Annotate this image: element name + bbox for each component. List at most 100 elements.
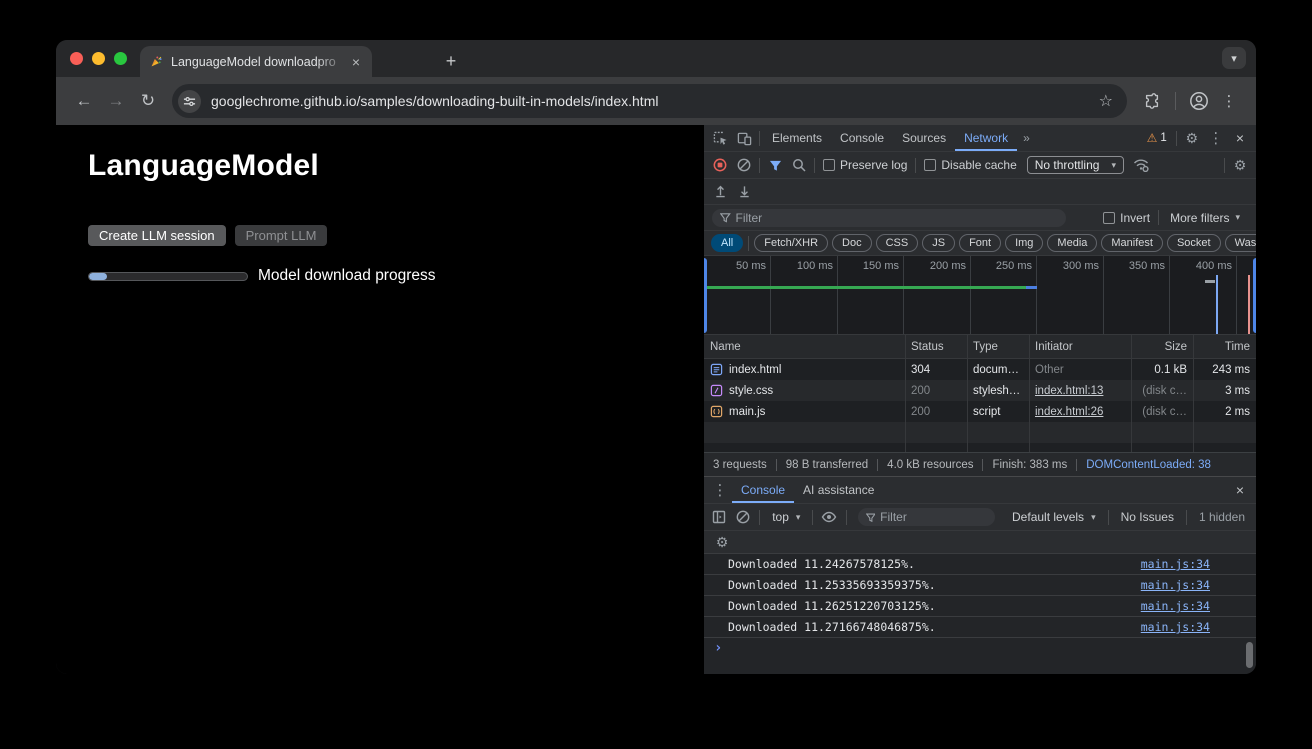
record-network-log-icon[interactable] — [708, 154, 732, 176]
chip-js[interactable]: JS — [922, 234, 955, 252]
chip-img[interactable]: Img — [1005, 234, 1043, 252]
back-button[interactable]: ← — [68, 85, 100, 117]
issues-status[interactable]: No Issues — [1114, 510, 1181, 524]
clear-network-log-icon[interactable] — [732, 154, 756, 176]
column-divider[interactable] — [967, 335, 968, 452]
preserve-log-checkbox[interactable]: Preserve log — [818, 158, 912, 172]
console-settings-gear-icon[interactable]: ⚙ — [710, 531, 734, 553]
request-size: (disk c… — [1131, 406, 1193, 418]
message-source-link[interactable]: main.js:34 — [1141, 620, 1210, 634]
tab-console[interactable]: Console — [831, 126, 893, 151]
tab-elements[interactable]: Elements — [763, 126, 831, 151]
site-settings-icon[interactable] — [178, 90, 201, 113]
col-header-size[interactable]: Size — [1131, 341, 1193, 353]
console-filter-input[interactable] — [880, 510, 987, 524]
import-har-icon[interactable] — [708, 181, 732, 203]
devtools-close-icon[interactable]: × — [1228, 130, 1252, 146]
drawer-menu-kebab-icon[interactable]: ⋮ — [708, 479, 732, 501]
console-prompt[interactable]: › — [704, 637, 1256, 658]
chip-fetch-xhr[interactable]: Fetch/XHR — [754, 234, 828, 252]
inspect-element-icon[interactable] — [708, 127, 732, 149]
network-filter-input[interactable] — [736, 211, 1059, 225]
issues-warning-badge[interactable]: ⚠ 1 — [1141, 131, 1173, 145]
throttling-select[interactable]: No throttling ▾ — [1027, 156, 1124, 174]
browser-menu-kebab-icon[interactable]: ⋮ — [1214, 86, 1244, 116]
message-source-link[interactable]: main.js:34 — [1141, 578, 1210, 592]
console-message: Downloaded 11.27166748046875%. main.js:3… — [704, 616, 1256, 637]
invert-checkbox[interactable]: Invert — [1098, 211, 1155, 225]
close-window-button[interactable] — [70, 52, 83, 65]
disable-cache-checkbox[interactable]: Disable cache — [919, 158, 1021, 172]
tab-close-icon[interactable]: × — [348, 54, 364, 70]
chip-socket[interactable]: Socket — [1167, 234, 1221, 252]
tab-network[interactable]: Network — [955, 126, 1017, 151]
initiator-link[interactable]: index.html:13 — [1035, 385, 1103, 397]
more-tabs-icon[interactable]: » — [1017, 131, 1036, 145]
device-toolbar-icon[interactable] — [732, 127, 756, 149]
chip-doc[interactable]: Doc — [832, 234, 872, 252]
create-llm-session-button[interactable]: Create LLM session — [88, 225, 226, 246]
live-expression-eye-icon[interactable] — [818, 506, 840, 528]
drawer-tab-ai-assistance[interactable]: AI assistance — [794, 478, 883, 503]
table-row[interactable]: index.html 304 docum… Other 0.1 kB 243 m… — [704, 359, 1256, 380]
browser-tab[interactable]: LanguageModel downloadpro × — [140, 46, 372, 77]
chip-css[interactable]: CSS — [876, 234, 919, 252]
col-header-type[interactable]: Type — [967, 341, 1029, 353]
tick-label: 50 ms — [706, 260, 766, 272]
overview-right-handle[interactable] — [1253, 258, 1256, 333]
log-levels-select[interactable]: Default levels ▾ — [1005, 510, 1103, 524]
request-type: script — [967, 406, 1029, 418]
chip-manifest[interactable]: Manifest — [1101, 234, 1163, 252]
prompt-llm-button: Prompt LLM — [235, 225, 328, 246]
console-scrollbar-thumb[interactable] — [1246, 642, 1253, 668]
col-header-initiator[interactable]: Initiator — [1029, 341, 1131, 353]
column-divider[interactable] — [905, 335, 906, 452]
network-conditions-icon[interactable] — [1129, 154, 1153, 176]
chip-font[interactable]: Font — [959, 234, 1001, 252]
console-context-select[interactable]: top ▾ — [765, 510, 807, 524]
overview-left-handle[interactable] — [704, 258, 707, 333]
column-divider[interactable] — [1029, 335, 1030, 452]
forward-button[interactable]: → — [100, 85, 132, 117]
chip-all[interactable]: All — [711, 234, 743, 252]
col-header-status[interactable]: Status — [905, 341, 967, 353]
network-settings-gear-icon[interactable]: ⚙ — [1228, 154, 1252, 176]
search-icon[interactable] — [787, 154, 811, 176]
prompt-chevron-icon: › — [714, 640, 722, 656]
minimize-window-button[interactable] — [92, 52, 105, 65]
progress-label: Model download progress — [258, 267, 436, 285]
profile-avatar-icon[interactable] — [1184, 86, 1214, 116]
new-tab-button[interactable]: + — [438, 48, 464, 74]
tab-sources[interactable]: Sources — [893, 126, 955, 151]
col-header-name[interactable]: Name — [704, 341, 905, 353]
network-toolbar: Preserve log Disable cache No throttling… — [704, 152, 1256, 179]
drawer-tab-console[interactable]: Console — [732, 478, 794, 503]
reload-button[interactable]: ↻ — [132, 85, 164, 117]
address-bar[interactable]: googlechrome.github.io/samples/downloadi… — [172, 84, 1127, 118]
export-har-icon[interactable] — [732, 181, 756, 203]
network-overview-timeline[interactable]: 50 ms 100 ms 150 ms 200 ms 250 ms 300 ms… — [704, 256, 1256, 335]
column-divider[interactable] — [1131, 335, 1132, 452]
zoom-window-button[interactable] — [114, 52, 127, 65]
console-sidebar-toggle-icon[interactable] — [708, 506, 730, 528]
chip-wasm[interactable]: Wasm — [1225, 234, 1256, 252]
table-row[interactable]: style.css 200 stylesh… index.html:13 (di… — [704, 380, 1256, 401]
settings-gear-icon[interactable]: ⚙ — [1180, 127, 1204, 149]
extensions-puzzle-icon[interactable] — [1137, 86, 1167, 116]
clear-console-icon[interactable] — [732, 506, 754, 528]
message-source-link[interactable]: main.js:34 — [1141, 557, 1210, 571]
message-source-link[interactable]: main.js:34 — [1141, 599, 1210, 613]
table-row[interactable]: main.js 200 script index.html:26 (disk c… — [704, 401, 1256, 422]
drawer-close-icon[interactable]: × — [1228, 482, 1252, 498]
filter-funnel-icon[interactable] — [763, 154, 787, 176]
devtools-menu-kebab-icon[interactable]: ⋮ — [1204, 127, 1228, 149]
chip-media[interactable]: Media — [1047, 234, 1097, 252]
initiator-link[interactable]: index.html:26 — [1035, 406, 1103, 418]
col-header-time[interactable]: Time — [1193, 341, 1256, 353]
more-filters-dropdown[interactable]: More filters ▾ — [1162, 211, 1248, 225]
tab-search-button[interactable]: ▾ — [1222, 47, 1246, 69]
bookmark-star-icon[interactable]: ☆ — [1093, 91, 1119, 111]
column-divider[interactable] — [1193, 335, 1194, 452]
hidden-messages-count[interactable]: 1 hidden — [1192, 510, 1252, 524]
browser-window: LanguageModel downloadpro × + ▾ ← → ↻ go… — [56, 40, 1256, 674]
